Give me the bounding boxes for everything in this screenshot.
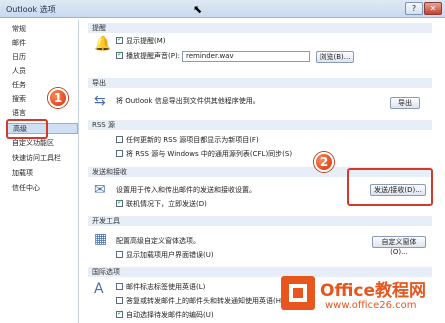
show-errors-checkbox[interactable] — [116, 251, 123, 258]
english-flags-checkbox[interactable] — [116, 283, 123, 290]
step1-badge: 1 — [48, 88, 68, 108]
close-button[interactable]: ✕ — [424, 2, 442, 15]
watermark: Office教程网 www.office26.com — [275, 270, 445, 323]
sidebar-item-language[interactable]: 语言 — [6, 108, 78, 119]
rss-updated-label: 任何更新的 RSS 源项目都显示为新项目(F) — [126, 136, 259, 144]
sidebar-item-mail[interactable]: 邮件 — [6, 38, 78, 49]
auto-encoding-checkbox[interactable] — [116, 309, 123, 318]
auto-encoding-option[interactable]: 自动选择待发邮件的编码(U) — [116, 309, 214, 320]
sidebar-item-calendar[interactable]: 日历 — [6, 52, 78, 63]
rss-sync-label: 将 RSS 源与 Windows 中的通用源列表(CFL)同步(S) — [126, 150, 293, 158]
reminder-sound-field[interactable]: reminder.wav — [182, 51, 310, 62]
english-headers-option[interactable]: 答复或转发邮件上的邮件头和转发通知使用英语(H) — [116, 297, 284, 306]
watermark-url: www.office26.com — [325, 300, 417, 311]
language-icon: A — [94, 281, 104, 297]
sidebar-item-trust-center[interactable]: 信任中心 — [6, 183, 78, 194]
show-reminders-checkbox[interactable] — [116, 35, 123, 44]
english-headers-checkbox[interactable] — [116, 297, 123, 304]
custom-forms-button[interactable]: 自定义窗体(O)... — [372, 236, 426, 256]
sidebar-item-customize-ribbon[interactable]: 自定义功能区 — [6, 138, 78, 149]
section-header-export: 导出 — [88, 78, 432, 88]
sidebar-item-tasks[interactable]: 任务 — [6, 80, 78, 91]
english-flags-option[interactable]: 邮件标志标签使用英语(L) — [116, 283, 205, 292]
step1-highlight — [6, 119, 48, 139]
developers-description: 配置高级自定义窗体选项。 — [116, 237, 200, 245]
play-sound-option[interactable]: 播放提醒声音(P): — [116, 50, 181, 61]
custom-form-icon: ▦ — [94, 231, 108, 247]
english-headers-label: 答复或转发邮件上的邮件头和转发通知使用英语(H) — [126, 297, 284, 305]
rss-updated-option[interactable]: 任何更新的 RSS 源项目都显示为新项目(F) — [116, 136, 259, 145]
step2-highlight — [347, 168, 433, 206]
show-errors-label: 显示加载项用户界面错误(U) — [126, 251, 214, 259]
play-sound-checkbox[interactable] — [116, 50, 123, 59]
show-errors-option[interactable]: 显示加载项用户界面错误(U) — [116, 251, 214, 260]
rss-sync-checkbox[interactable] — [116, 150, 123, 157]
step2-badge: 2 — [314, 152, 334, 172]
show-reminders-label: 显示提醒(M) — [126, 37, 166, 45]
section-header-developers: 开发工具 — [88, 216, 432, 226]
section-header-rss: RSS 源 — [88, 120, 432, 130]
rss-sync-option[interactable]: 将 RSS 源与 Windows 中的通用源列表(CFL)同步(S) — [116, 150, 292, 159]
office-logo-icon — [281, 276, 315, 310]
export-arrows-icon: ⇆ — [94, 93, 106, 109]
mouse-cursor-icon: ⬉ — [193, 3, 203, 16]
sidebar-item-add-ins[interactable]: 加载项 — [6, 168, 78, 179]
window-title: Outlook 选项 — [6, 5, 56, 14]
send-receive-icon: ✉ — [94, 182, 106, 198]
title-bar: Outlook 选项 ⬉ ? ✕ — [0, 0, 445, 18]
browse-button[interactable]: 浏览(B)... — [316, 51, 354, 63]
export-description: 将 Outlook 信息导出到文件供其他程序使用。 — [116, 97, 260, 105]
send-immediately-checkbox[interactable] — [116, 198, 123, 207]
bell-icon: 🔔 — [94, 36, 112, 52]
show-reminders-option[interactable]: 显示提醒(M) — [116, 35, 166, 46]
rss-updated-checkbox[interactable] — [116, 136, 123, 143]
auto-encoding-label: 自动选择待发邮件的编码(U) — [126, 311, 214, 319]
english-flags-label: 邮件标志标签使用英语(L) — [126, 283, 206, 291]
send-immediately-label: 联机情况下，立即发送(D) — [126, 200, 207, 208]
sidebar-item-quick-access-toolbar[interactable]: 快速访问工具栏 — [6, 153, 78, 164]
play-sound-label: 播放提醒声音(P): — [126, 52, 181, 60]
send-receive-description: 设置用于传入和传出邮件的发送和接收设置。 — [116, 186, 256, 194]
help-button[interactable]: ? — [405, 2, 423, 15]
options-sidebar: 常规 邮件 日历 人员 任务 搜索 语言 高级 自定义功能区 快速访问工具栏 加… — [6, 20, 79, 323]
sidebar-item-general[interactable]: 常规 — [6, 24, 78, 35]
section-header-reminders: 提醒 — [88, 23, 432, 33]
sidebar-item-people[interactable]: 人员 — [6, 66, 78, 77]
watermark-brand: Office教程网 — [320, 281, 427, 301]
send-immediately-option[interactable]: 联机情况下，立即发送(D) — [116, 198, 207, 209]
export-button[interactable]: 导出 — [390, 97, 420, 109]
